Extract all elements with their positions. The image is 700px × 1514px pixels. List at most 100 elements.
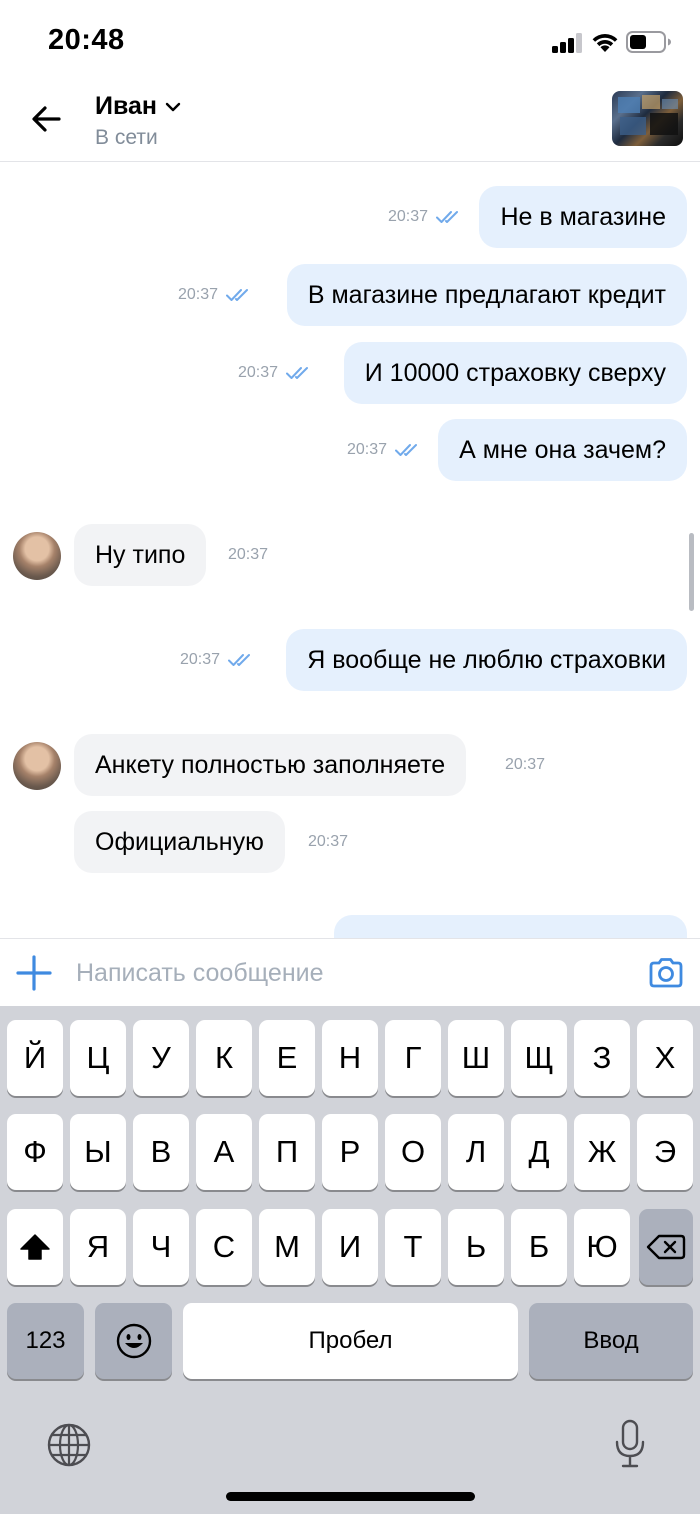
backspace-icon bbox=[646, 1234, 686, 1260]
message-time: 20:37 bbox=[505, 756, 546, 773]
double-check-icon bbox=[286, 367, 308, 379]
message-time: 20:37 bbox=[177, 286, 218, 303]
message-meta: 20:37 bbox=[388, 186, 462, 248]
message-row: Анкету полностью заполняете 20:37 bbox=[0, 734, 700, 798]
key-letter[interactable]: Е bbox=[259, 1020, 315, 1096]
key-letter[interactable]: Х bbox=[637, 1020, 693, 1096]
key-letter[interactable]: Н bbox=[322, 1020, 378, 1096]
key-letter[interactable]: В bbox=[133, 1114, 189, 1190]
outgoing-message[interactable]: А мне она зачем? bbox=[438, 419, 687, 481]
outgoing-message[interactable]: Я вообще не люблю страховки bbox=[286, 629, 687, 691]
message-row: Ну типо 20:37 bbox=[0, 524, 700, 588]
return-key[interactable]: Ввод bbox=[529, 1303, 693, 1379]
shift-icon bbox=[20, 1234, 50, 1260]
key-letter[interactable]: Д bbox=[511, 1114, 567, 1190]
scrollbar[interactable] bbox=[689, 533, 694, 611]
double-check-icon bbox=[436, 211, 458, 223]
message-meta: 20:37 bbox=[180, 629, 254, 691]
message-time: 20:37 bbox=[228, 546, 269, 563]
message-row: Официальную 20:37 bbox=[0, 811, 700, 875]
key-letter[interactable]: Ш bbox=[448, 1020, 504, 1096]
message-row: 20:37 И 10000 страховку сверху bbox=[0, 342, 700, 406]
camera-icon[interactable] bbox=[646, 953, 686, 993]
message-meta: 20:37 bbox=[308, 811, 348, 873]
battery-icon bbox=[626, 31, 671, 53]
incoming-message[interactable]: Ну типо bbox=[74, 524, 207, 586]
key-letter[interactable]: Э bbox=[637, 1114, 693, 1190]
chat-header: Иван В сети bbox=[0, 80, 700, 162]
key-letter[interactable]: Ю bbox=[574, 1209, 630, 1285]
emoji-icon bbox=[116, 1323, 151, 1359]
key-letter[interactable]: С bbox=[196, 1209, 252, 1285]
key-letter[interactable]: У bbox=[133, 1020, 189, 1096]
key-letter[interactable]: А bbox=[196, 1114, 252, 1190]
key-letter[interactable]: Т bbox=[385, 1209, 441, 1285]
outgoing-message[interactable]: В магазине предлагают кредит bbox=[286, 264, 687, 326]
message-time: 20:37 bbox=[346, 441, 387, 458]
emoji-key[interactable] bbox=[95, 1303, 172, 1379]
double-check-icon bbox=[226, 289, 248, 301]
message-meta: 20:37 bbox=[238, 342, 312, 404]
message-row: 20:37 В магазине предлагают кредит bbox=[0, 264, 700, 328]
status-bar: 20:48 bbox=[0, 0, 700, 80]
key-letter[interactable]: Ы bbox=[70, 1114, 126, 1190]
message-meta: 20:37 bbox=[228, 524, 268, 586]
key-letter[interactable]: Р bbox=[322, 1114, 378, 1190]
key-letter[interactable]: К bbox=[196, 1020, 252, 1096]
keyboard: Й Ц У К Е Н Г Ш Щ З Х Ф Ы В А П Р О Л Д … bbox=[0, 1006, 700, 1514]
double-check-icon bbox=[228, 654, 250, 666]
key-letter[interactable]: М bbox=[259, 1209, 315, 1285]
outgoing-message[interactable]: Не в магазине bbox=[479, 186, 687, 248]
backspace-key[interactable] bbox=[639, 1209, 693, 1285]
key-letter[interactable]: Ц bbox=[70, 1020, 126, 1096]
key-letter[interactable]: З bbox=[574, 1020, 630, 1096]
incoming-message[interactable]: Анкету полностью заполняете bbox=[74, 734, 467, 796]
key-letter[interactable]: Б bbox=[511, 1209, 567, 1285]
key-letter[interactable]: Ж bbox=[574, 1114, 630, 1190]
back-arrow-icon[interactable] bbox=[26, 98, 68, 140]
microphone-icon[interactable] bbox=[612, 1418, 648, 1470]
message-time: 20:37 bbox=[387, 208, 428, 225]
key-letter[interactable]: Г bbox=[385, 1020, 441, 1096]
message-input[interactable] bbox=[76, 953, 626, 993]
message-row: 20:37 А мне она зачем? bbox=[0, 419, 700, 483]
key-letter[interactable]: Ч bbox=[133, 1209, 189, 1285]
key-letter[interactable]: Щ bbox=[511, 1020, 567, 1096]
message-time: 20:37 bbox=[237, 364, 278, 381]
contact-name-text: Иван bbox=[95, 92, 158, 120]
outgoing-message-partial[interactable] bbox=[334, 915, 687, 938]
cellular-signal-icon bbox=[552, 33, 584, 53]
message-meta: 20:37 bbox=[178, 264, 252, 326]
key-letter[interactable]: Ф bbox=[7, 1114, 63, 1190]
message-time: 20:37 bbox=[179, 651, 220, 668]
key-letter[interactable]: Я bbox=[70, 1209, 126, 1285]
key-letter[interactable]: Ь bbox=[448, 1209, 504, 1285]
message-row: 20:37 Я вообще не люблю страховки bbox=[0, 629, 700, 693]
key-letter[interactable]: Й bbox=[7, 1020, 63, 1096]
plus-icon[interactable] bbox=[16, 955, 52, 991]
key-letter[interactable]: О bbox=[385, 1114, 441, 1190]
contact-avatar[interactable] bbox=[612, 91, 683, 146]
numbers-key[interactable]: 123 bbox=[7, 1303, 84, 1379]
message-composer bbox=[0, 938, 700, 1006]
message-meta: 20:37 bbox=[347, 419, 421, 481]
key-letter[interactable]: И bbox=[322, 1209, 378, 1285]
message-list[interactable]: 20:37 Не в магазине 20:37 В магазине пре… bbox=[0, 163, 700, 938]
message-row: 20:37 Не в магазине bbox=[0, 186, 700, 250]
message-meta: 20:37 bbox=[505, 734, 545, 796]
shift-key[interactable] bbox=[7, 1209, 63, 1285]
incoming-message[interactable]: Официальную bbox=[74, 811, 285, 873]
contact-name[interactable]: Иван bbox=[95, 92, 181, 121]
presence-status: В сети bbox=[95, 126, 158, 149]
key-letter[interactable]: Л bbox=[448, 1114, 504, 1190]
space-key[interactable]: Пробел bbox=[183, 1303, 518, 1379]
sender-avatar[interactable] bbox=[13, 742, 61, 790]
key-letter[interactable]: П bbox=[259, 1114, 315, 1190]
status-time: 20:48 bbox=[48, 24, 125, 56]
chevron-down-icon bbox=[165, 102, 181, 111]
sender-avatar[interactable] bbox=[13, 532, 61, 580]
outgoing-message[interactable]: И 10000 страховку сверху bbox=[343, 342, 687, 404]
home-indicator[interactable] bbox=[226, 1492, 475, 1501]
globe-icon[interactable] bbox=[46, 1422, 92, 1468]
double-check-icon bbox=[395, 444, 417, 456]
